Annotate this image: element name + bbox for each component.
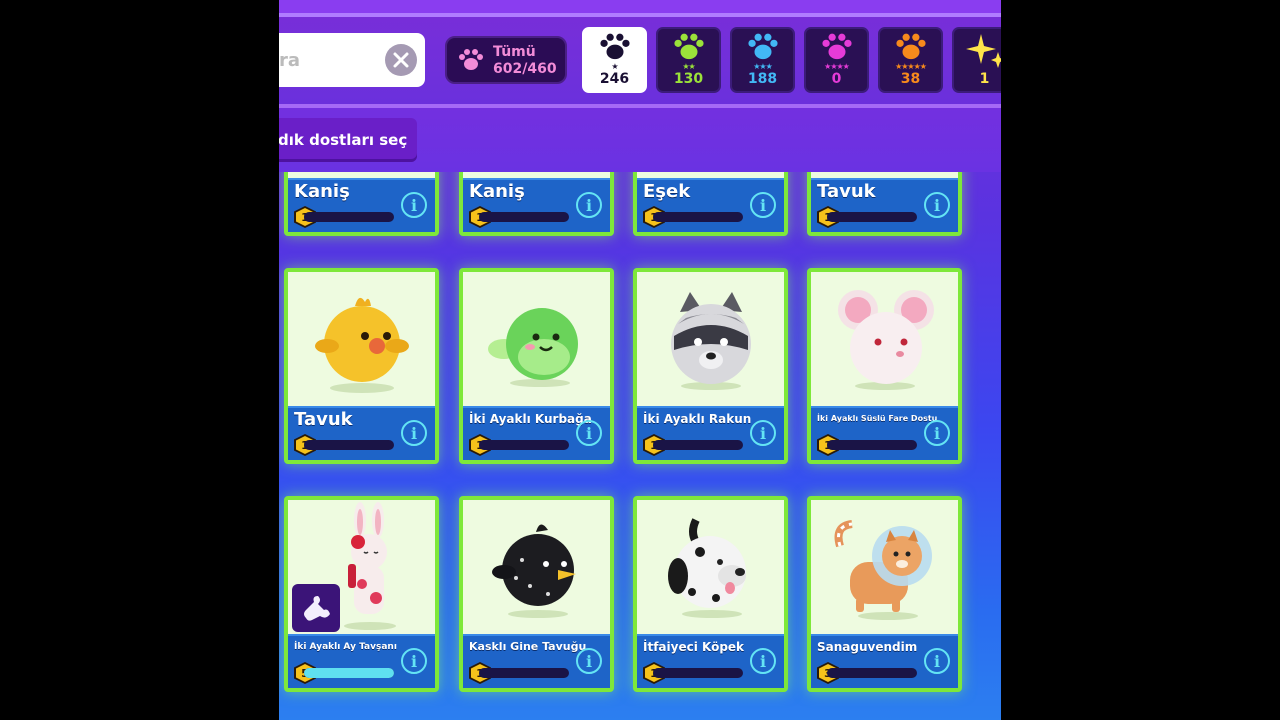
- pet-card[interactable]: Tavuk 1 i: [284, 268, 439, 464]
- info-icon[interactable]: i: [576, 648, 602, 674]
- clear-search-button[interactable]: [385, 44, 417, 76]
- fox-icon: [834, 520, 932, 620]
- pet-name: İki Ayaklı Kurbağa: [469, 412, 592, 426]
- filter-rarity-5[interactable]: ★★★★★ 38: [878, 27, 943, 93]
- info-icon[interactable]: i: [924, 420, 950, 446]
- filter-all-count: 602/460: [493, 61, 557, 77]
- info-icon[interactable]: i: [401, 648, 427, 674]
- info-icon[interactable]: i: [576, 420, 602, 446]
- filter-count: 130: [673, 71, 704, 87]
- pet-name: Kaniş: [294, 181, 350, 202]
- filter-count: 188: [747, 71, 778, 87]
- info-icon[interactable]: i: [924, 648, 950, 674]
- xp-bar: [304, 440, 394, 450]
- xp-bar: [304, 212, 394, 222]
- filter-count: 38: [900, 71, 921, 87]
- xp-bar: [827, 212, 917, 222]
- pet-name: Tavuk: [294, 409, 353, 430]
- top-frame-highlight: [279, 13, 1001, 17]
- xp-fill: [304, 668, 394, 678]
- xp-bar: [479, 668, 569, 678]
- filter-rarity-4[interactable]: ★★★★ 0: [804, 27, 869, 93]
- mouse-icon: [837, 290, 934, 390]
- search-box[interactable]: [279, 33, 425, 87]
- pet-name: İki Ayaklı Süslü Fare Dostu: [817, 414, 938, 423]
- paw-icon: [459, 49, 483, 70]
- paw-icon: [673, 33, 704, 60]
- letterbox-right: [1001, 0, 1280, 720]
- filter-stars: ★: [611, 62, 618, 71]
- info-icon[interactable]: i: [750, 192, 776, 218]
- info-icon[interactable]: i: [750, 420, 776, 446]
- pet-card[interactable]: İki Ayaklı Rakun 1 i: [633, 268, 788, 464]
- pet-card[interactable]: Sanaguvendim 3 i: [807, 496, 962, 692]
- pet-name: Kasklı Gine Tavuğu: [469, 640, 587, 653]
- info-icon[interactable]: i: [750, 648, 776, 674]
- pet-card[interactable]: İki Ayaklı Ay Tavşanı 5 i: [284, 496, 439, 692]
- pet-card[interactable]: Kasklı Gine Tavuğu 1 i: [459, 496, 614, 692]
- pet-name: İki Ayaklı Rakun: [643, 412, 752, 426]
- pet-card[interactable]: İtfaiyeci Köpek 1 i: [633, 496, 788, 692]
- filter-count: 0: [831, 71, 842, 87]
- filter-rarity-3[interactable]: ★★★ 188: [730, 27, 795, 93]
- pet-art-chick: [288, 272, 435, 406]
- xp-bar: [479, 440, 569, 450]
- close-icon: [393, 52, 409, 68]
- xp-bar: [827, 440, 917, 450]
- special-ability-badge: [292, 584, 340, 632]
- pet-art-guineafowl: [463, 500, 610, 634]
- info-icon[interactable]: i: [576, 192, 602, 218]
- pet-art-frog: [463, 272, 610, 406]
- xp-bar: [653, 212, 743, 222]
- raccoon-icon: [670, 292, 751, 390]
- pet-collection-screen: Tümü 602/460 ★ 246 ★★ 130 ★★★ 188 ★★★★ 0…: [279, 0, 1001, 720]
- pet-name: İki Ayaklı Ay Tavşanı: [294, 642, 397, 652]
- pet-name: Sanaguvendim: [817, 640, 918, 654]
- select-pets-button-label[interactable]: dık dostları seç: [279, 118, 417, 162]
- filter-special[interactable]: 1: [952, 27, 1001, 93]
- filter-stars: ★★: [682, 62, 695, 71]
- pet-card[interactable]: İki Ayaklı Süslü Fare Dostu 1 i: [807, 268, 962, 464]
- filter-stars: ★★★★: [824, 62, 850, 71]
- search-input[interactable]: [279, 49, 379, 71]
- pet-name: Tavuk: [817, 181, 876, 202]
- filter-stars: ★★★: [753, 62, 772, 71]
- sparkle-icon: [965, 34, 1001, 68]
- filter-all-button[interactable]: Tümü 602/460: [445, 36, 567, 84]
- xp-bar: [827, 668, 917, 678]
- pet-name: Kaniş: [469, 181, 525, 202]
- letterbox-left: [0, 0, 279, 720]
- filter-count: 246: [599, 71, 630, 87]
- filter-stars: ★★★★★: [895, 62, 927, 71]
- xp-bar: [653, 668, 743, 678]
- chick-icon: [314, 297, 409, 393]
- filter-count: 1: [979, 71, 990, 87]
- bone-icon: [304, 596, 330, 621]
- info-icon[interactable]: i: [924, 192, 950, 218]
- pet-art-dalmatian: [637, 500, 784, 634]
- guineafowl-icon: [491, 524, 576, 618]
- rarity-filter-bar: ★ 246 ★★ 130 ★★★ 188 ★★★★ 0 ★★★★★ 38 1: [582, 27, 1001, 93]
- xp-bar: [653, 440, 743, 450]
- pet-art-mouse: [811, 272, 958, 406]
- info-icon[interactable]: i: [401, 192, 427, 218]
- top-frame: [279, 0, 1001, 13]
- xp-bar: [479, 212, 569, 222]
- pet-art-fox: [811, 500, 958, 634]
- paw-icon: [821, 33, 852, 60]
- filter-rarity-1[interactable]: ★ 246: [582, 27, 647, 93]
- filter-rarity-2[interactable]: ★★ 130: [656, 27, 721, 93]
- frog-icon: [487, 308, 578, 387]
- xp-bar: [304, 668, 394, 678]
- info-icon[interactable]: i: [401, 420, 427, 446]
- filter-all-label: Tümü: [493, 44, 536, 60]
- dalmatian-icon: [667, 518, 746, 618]
- paw-icon: [895, 33, 926, 60]
- pet-art-raccoon: [637, 272, 784, 406]
- pet-card[interactable]: İki Ayaklı Kurbağa 1 i: [459, 268, 614, 464]
- paw-icon: [599, 33, 630, 60]
- paw-icon: [747, 33, 778, 60]
- pet-name: İtfaiyeci Köpek: [643, 640, 745, 654]
- pet-name: Eşek: [643, 181, 691, 202]
